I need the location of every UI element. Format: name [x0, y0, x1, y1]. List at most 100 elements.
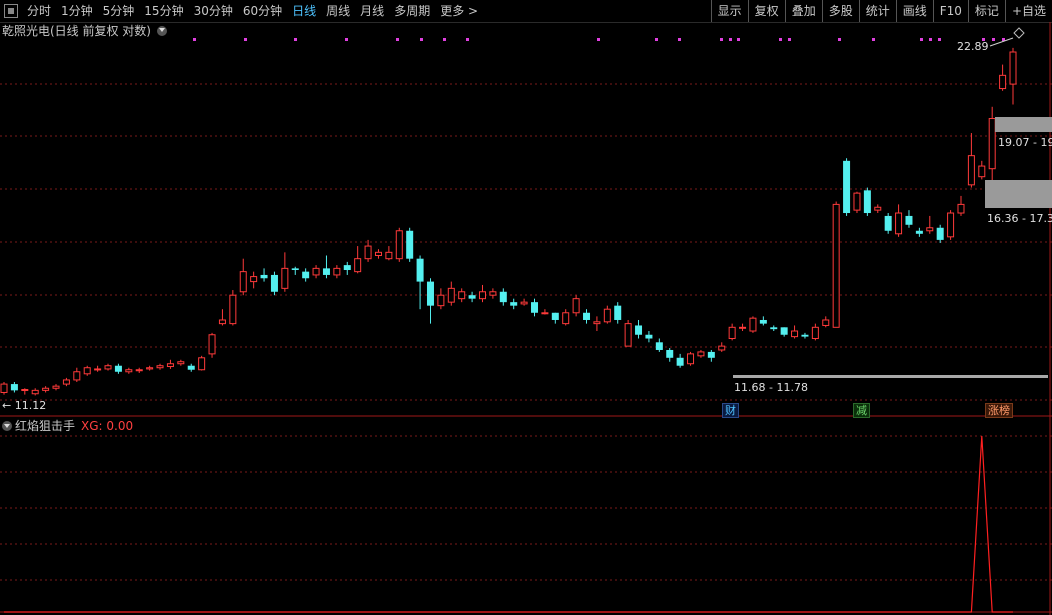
- event-marker-dot: [655, 38, 658, 41]
- kline-chart[interactable]: [0, 0, 1052, 615]
- candle-body: [239, 271, 247, 293]
- event-marker-dot: [443, 38, 446, 41]
- event-marker-dot: [244, 38, 247, 41]
- event-marker-dot: [938, 38, 941, 41]
- candle-body: [83, 367, 91, 375]
- candle-body: [426, 281, 434, 306]
- event-marker-dot: [788, 38, 791, 41]
- candle-body: [801, 334, 809, 337]
- candle-body: [791, 330, 799, 338]
- candle-body: [697, 351, 705, 357]
- support-line: [733, 375, 1048, 378]
- candle-body: [624, 323, 632, 347]
- candle-body: [156, 365, 164, 369]
- event-marker-dot: [294, 38, 297, 41]
- candle-body: [260, 274, 268, 279]
- candle-body: [198, 357, 206, 371]
- event-marker-dot: [345, 38, 348, 41]
- event-marker-dot: [929, 38, 932, 41]
- candle-body: [447, 287, 455, 303]
- candle-body: [406, 230, 414, 259]
- candle-body: [322, 268, 330, 275]
- indicator-menu-icon[interactable]: [2, 421, 12, 431]
- indicator-title: 红焰狙击手 XG: 0.00: [2, 418, 133, 434]
- candle-body: [770, 327, 778, 330]
- candle-body: [562, 312, 570, 325]
- candle-body: [510, 302, 518, 306]
- candle-body: [395, 230, 403, 260]
- candle-body: [478, 291, 486, 300]
- candle-body: [531, 302, 539, 313]
- candle-body: [520, 301, 528, 305]
- event-tag-reduce[interactable]: 减: [853, 403, 870, 418]
- candle-body: [208, 334, 216, 355]
- candle-body: [468, 295, 476, 299]
- event-marker-dot: [420, 38, 423, 41]
- candle-body: [31, 389, 39, 395]
- candle-body: [645, 334, 653, 339]
- candle-body: [94, 368, 102, 371]
- candle-body: [458, 291, 466, 300]
- candle-body: [832, 203, 840, 328]
- high-price-label: 22.89: [957, 40, 989, 53]
- candle-body: [614, 305, 622, 320]
- price-zone-1: [995, 117, 1052, 132]
- candle-body: [187, 365, 195, 370]
- candle-body: [957, 203, 965, 214]
- low-price-value: 11.12: [14, 399, 47, 412]
- candle-body: [146, 367, 154, 370]
- candle-body: [385, 251, 393, 260]
- candle-body: [229, 294, 237, 325]
- diamond-icon: [1013, 27, 1025, 39]
- candle-body: [603, 308, 611, 323]
- candle-body: [635, 325, 643, 335]
- candle-body: [281, 267, 289, 289]
- candle-body: [541, 312, 549, 315]
- event-tag-top-gainers[interactable]: 涨榜: [985, 403, 1013, 418]
- candle-body: [936, 227, 944, 240]
- candle-body: [218, 319, 226, 325]
- support-range-label: 11.68 - 11.78: [734, 381, 808, 394]
- candle-body: [884, 215, 892, 231]
- candle-body: [655, 342, 663, 350]
- candle-body: [739, 326, 747, 329]
- candle-body: [676, 357, 684, 366]
- candle-body: [364, 245, 372, 260]
- candle-body: [166, 363, 174, 368]
- candle-body: [21, 389, 29, 392]
- candle-body: [177, 361, 185, 365]
- candle-body: [978, 165, 986, 178]
- event-marker-dot: [729, 38, 732, 41]
- candle-body: [572, 298, 580, 314]
- candle-body: [135, 369, 143, 372]
- candle-body: [374, 251, 382, 257]
- candle-body: [967, 155, 975, 186]
- candle-body: [250, 276, 258, 283]
- candle-body: [114, 365, 122, 372]
- candle-body: [895, 212, 903, 235]
- candle-body: [863, 190, 871, 214]
- candle-body: [42, 387, 50, 391]
- candle-body: [593, 321, 601, 325]
- event-tag-finance[interactable]: 财: [722, 403, 739, 418]
- event-marker-dot: [779, 38, 782, 41]
- candle-body: [354, 258, 362, 273]
- candle-body: [416, 258, 424, 282]
- event-marker-dot: [597, 38, 600, 41]
- candle-body: [728, 326, 736, 340]
- candle-body: [707, 351, 715, 358]
- candle-body: [125, 369, 133, 373]
- candle-body: [718, 345, 726, 351]
- event-marker-dot: [193, 38, 196, 41]
- candle-body: [666, 349, 674, 358]
- indicator-value: XG: 0.00: [81, 419, 134, 433]
- candle-body: [499, 291, 507, 303]
- candle-body: [489, 291, 497, 296]
- candle-body: [62, 379, 70, 385]
- candle-body: [551, 312, 559, 320]
- candle-body: [749, 317, 757, 332]
- price-zone-1-label: 19.07 - 19: [998, 136, 1052, 149]
- candle-body: [905, 215, 913, 225]
- candle-body: [437, 294, 445, 307]
- event-marker-dot: [992, 38, 995, 41]
